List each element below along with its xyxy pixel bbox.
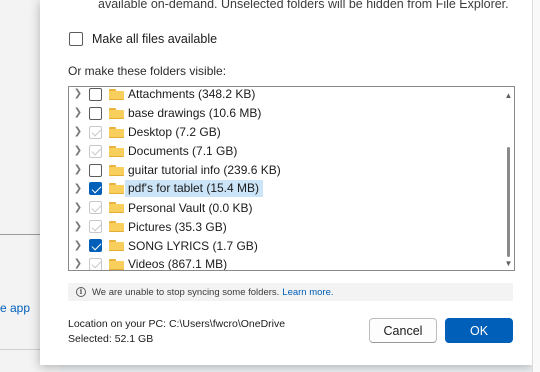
chevron-right-icon[interactable]: ❯	[73, 259, 83, 269]
folder-checkbox	[89, 125, 102, 139]
folder-row[interactable]: ❯ Pictures (35.3 GB)	[69, 217, 505, 236]
folder-row[interactable]: ❯ Videos (867.1 MB)	[69, 255, 505, 271]
folder-row[interactable]: ❯ Attachments (348.2 KB)	[69, 87, 505, 104]
sync-info-message: We are unable to stop syncing some folde…	[92, 286, 280, 298]
make-all-files-label: Make all files available	[92, 32, 218, 46]
folder-checkbox[interactable]	[89, 239, 102, 253]
background-window-edge	[532, 0, 540, 372]
chevron-right-icon[interactable]: ❯	[73, 221, 83, 232]
sync-info-bar: i We are unable to stop syncing some fol…	[68, 283, 513, 301]
folder-checkbox[interactable]	[89, 182, 102, 196]
folder-row[interactable]: ❯ Desktop (7.2 GB)	[69, 123, 505, 142]
chevron-right-icon[interactable]: ❯	[73, 146, 83, 156]
background-divider	[0, 234, 40, 235]
folder-row-selected[interactable]: ❯ pdf's for tablet (15.4 MB)	[69, 179, 505, 198]
folder-label: Pictures (35.3 GB)	[128, 219, 227, 234]
chevron-right-icon[interactable]: ❯	[73, 108, 83, 118]
learn-more-link[interactable]: Learn more.	[282, 287, 333, 298]
folder-icon	[109, 126, 124, 138]
folder-label: guitar tutorial info (239.6 KB)	[128, 163, 281, 177]
make-all-files-checkbox[interactable]	[69, 32, 83, 46]
folder-list: ❯ Attachments (348.2 KB) ❯ base drawings…	[69, 87, 505, 271]
folder-checkbox	[89, 144, 102, 158]
folder-icon	[109, 183, 124, 195]
folder-label: Videos (867.1 MB)	[128, 257, 228, 271]
folder-tree[interactable]: ❯ Attachments (348.2 KB) ❯ base drawings…	[68, 86, 515, 271]
folder-label: Personal Vault (0.0 KB)	[128, 200, 253, 215]
folder-row[interactable]: ❯ guitar tutorial info (239.6 KB)	[69, 161, 505, 180]
folder-label: base drawings (10.6 MB)	[128, 106, 262, 121]
chevron-right-icon[interactable]: ❯	[73, 240, 83, 251]
folder-tree-scrollbar[interactable]: ▲ ▼	[503, 87, 514, 270]
chevron-right-icon[interactable]: ❯	[73, 165, 83, 175]
selected-size: Selected: 52.1 GB	[68, 333, 154, 345]
folder-label: Documents (7.1 GB)	[128, 144, 238, 159]
folder-checkbox[interactable]	[89, 106, 102, 120]
background-divider-bottom	[0, 349, 40, 350]
cancel-button[interactable]: Cancel	[369, 318, 437, 343]
folder-row[interactable]: ❯ SONG LYRICS (1.7 GB)	[69, 236, 505, 255]
ok-button[interactable]: OK	[445, 318, 513, 343]
chevron-right-icon[interactable]: ❯	[73, 183, 83, 194]
folder-row[interactable]: ❯ Documents (7.1 GB)	[69, 142, 505, 161]
folder-icon	[109, 145, 124, 157]
folder-icon	[109, 240, 124, 252]
folder-icon	[109, 221, 124, 233]
folder-label: pdf's for tablet (15.4 MB)	[125, 180, 264, 198]
folders-section-label: Or make these folders visible:	[68, 64, 227, 78]
folder-checkbox	[89, 201, 102, 215]
folder-icon	[109, 258, 124, 270]
scroll-up-arrow-icon[interactable]: ▲	[504, 91, 513, 100]
folder-checkbox	[89, 220, 102, 234]
chevron-right-icon[interactable]: ❯	[73, 202, 83, 213]
folder-icon	[109, 202, 124, 214]
choose-folders-dialog: available on-demand. Unselected folders …	[40, 0, 532, 365]
scrollbar-thumb[interactable]	[507, 147, 510, 257]
folder-checkbox[interactable]	[89, 163, 102, 177]
folder-row[interactable]: ❯ Personal Vault (0.0 KB)	[69, 198, 505, 217]
folder-checkbox[interactable]	[89, 87, 102, 101]
folder-label: Desktop (7.2 GB)	[128, 125, 221, 140]
background-link[interactable]: e app	[0, 301, 30, 315]
folder-label: SONG LYRICS (1.7 GB)	[128, 238, 258, 253]
folder-label: Attachments (348.2 KB)	[128, 87, 256, 102]
folder-icon	[109, 107, 124, 119]
scroll-down-arrow-icon[interactable]: ▼	[504, 259, 513, 268]
make-all-files-option[interactable]: Make all files available	[69, 32, 217, 46]
location-path: Location on your PC: C:\Users\fwcro\OneD…	[68, 318, 286, 330]
folder-icon	[109, 164, 124, 176]
location-info: Location on your PC: C:\Users\fwcro\OneD…	[68, 317, 285, 347]
folder-row[interactable]: ❯ base drawings (10.6 MB)	[69, 104, 505, 123]
info-icon: i	[76, 287, 86, 297]
folder-icon	[109, 88, 124, 100]
folder-checkbox	[89, 257, 102, 270]
chevron-right-icon[interactable]: ❯	[73, 127, 83, 137]
chevron-right-icon[interactable]: ❯	[73, 89, 83, 99]
dialog-description: available on-demand. Unselected folders …	[98, 0, 509, 11]
